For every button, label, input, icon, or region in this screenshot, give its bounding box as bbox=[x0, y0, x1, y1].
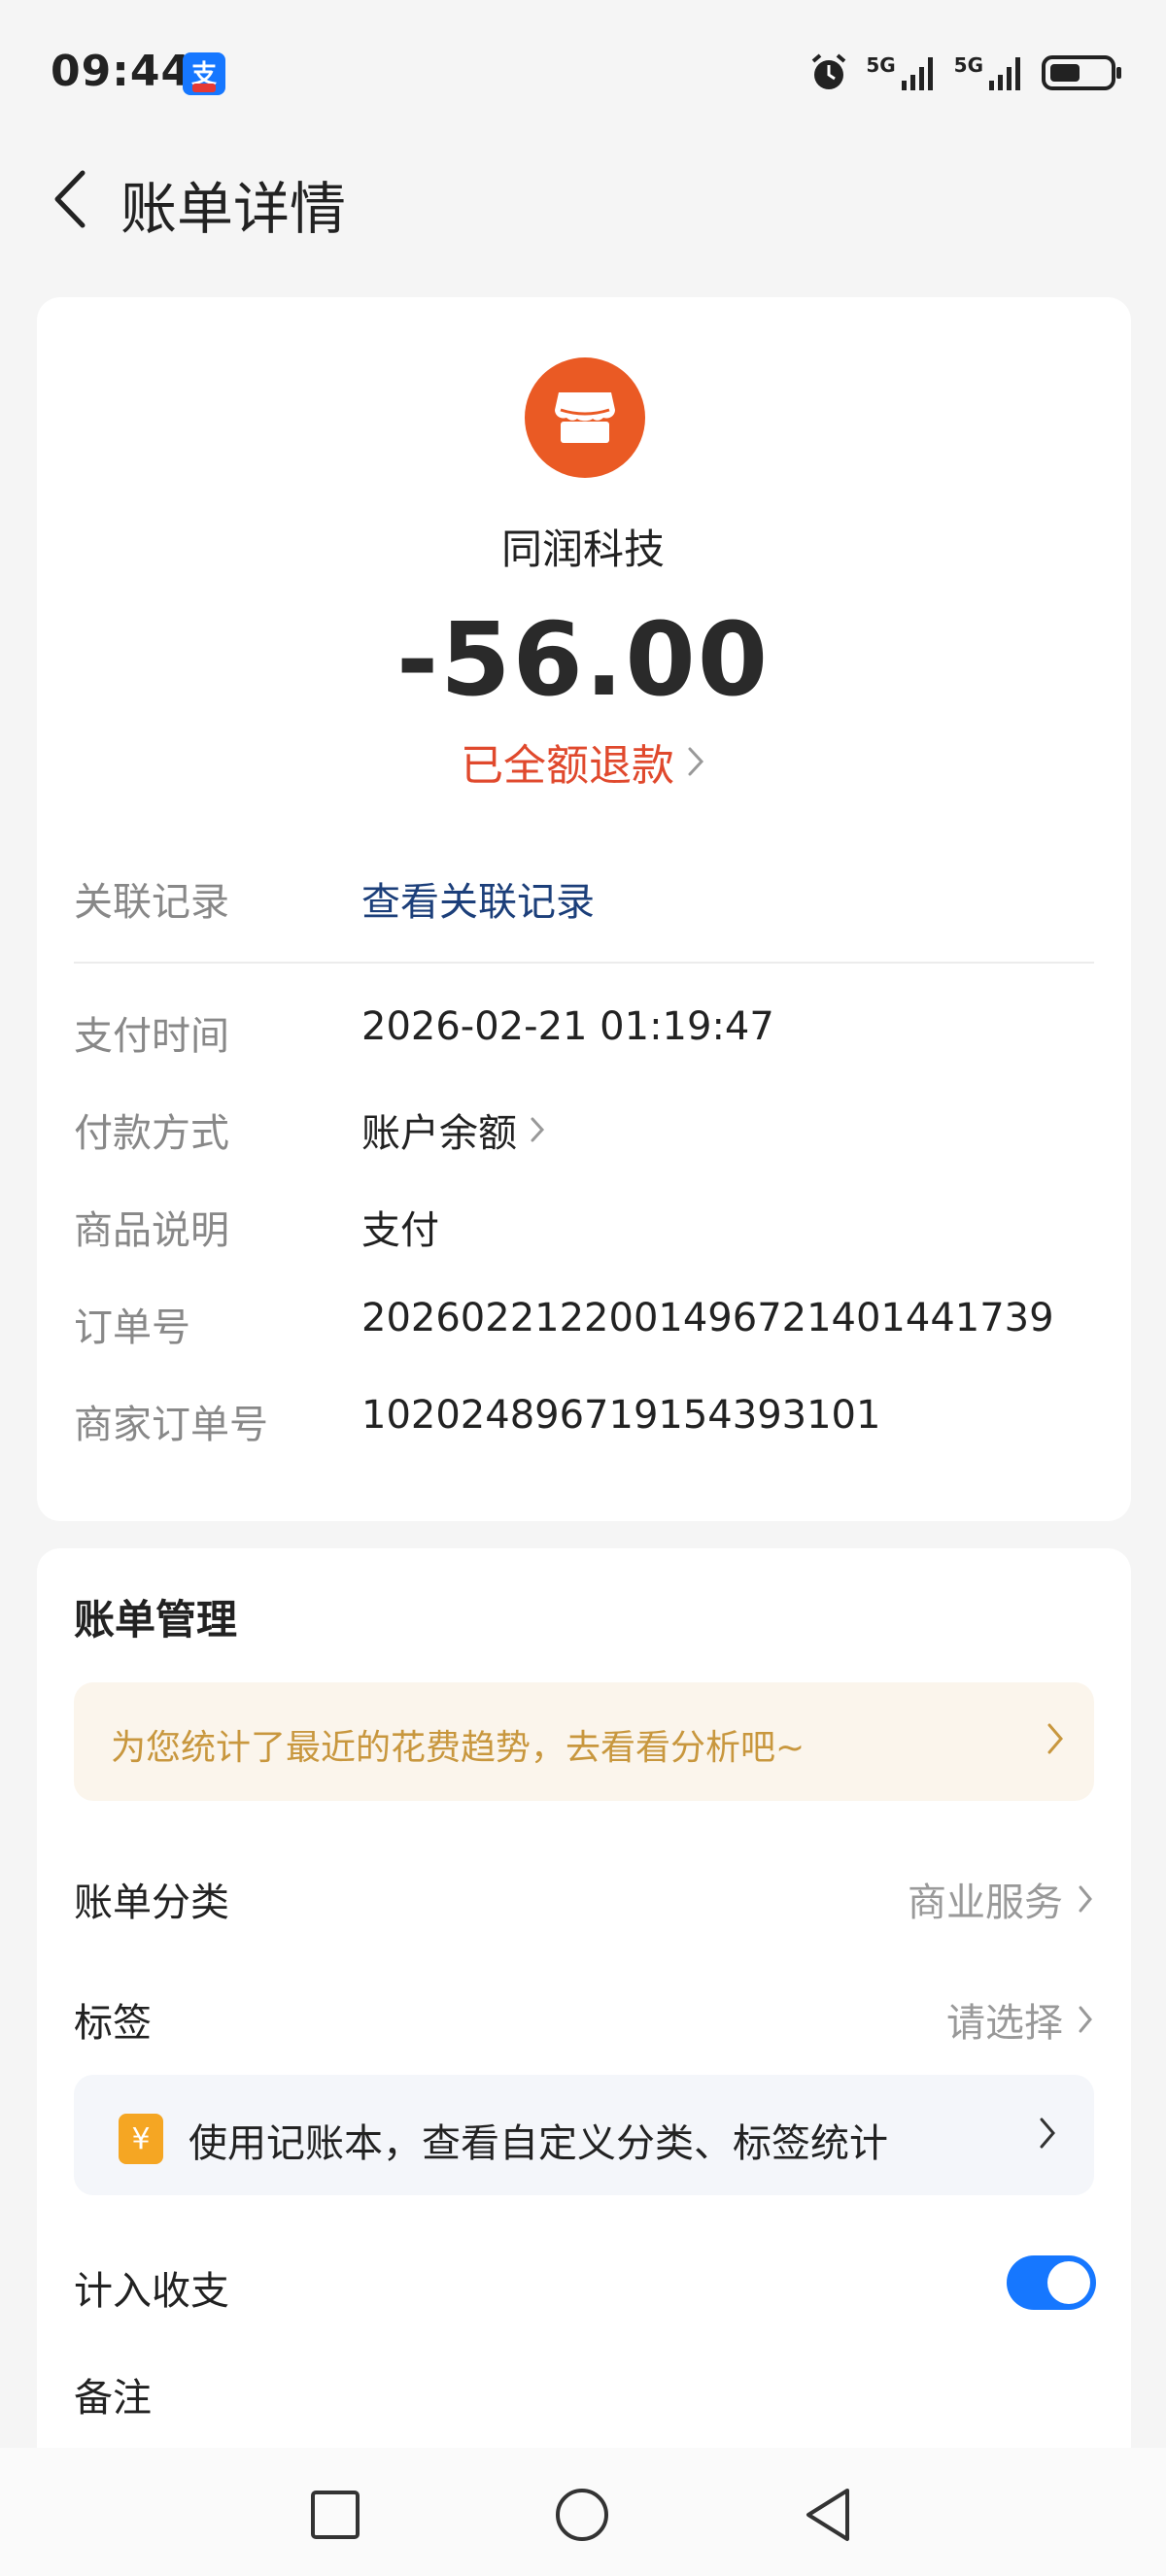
tag-select[interactable]: 请选择 bbox=[946, 1991, 1094, 2048]
store-icon bbox=[555, 392, 615, 443]
triangle-back-icon[interactable] bbox=[803, 2487, 853, 2543]
signal-2: 5G bbox=[954, 53, 1026, 92]
chevron-right-icon bbox=[1079, 1885, 1092, 1913]
chevron-right-icon bbox=[1079, 2006, 1092, 2033]
include-in-stats-label: 计入收支 bbox=[74, 2269, 229, 2314]
chevron-right-icon bbox=[531, 1117, 545, 1142]
alarm-icon bbox=[812, 53, 846, 89]
signal-1-label: 5G bbox=[866, 53, 896, 77]
alipay-badge-stripe bbox=[192, 84, 216, 92]
detail-value-pay-time: 2026-02-21 01:19:47 bbox=[361, 1004, 774, 1049]
square-icon[interactable] bbox=[309, 2489, 361, 2541]
detail-label-pay-time: 支付时间 bbox=[74, 1014, 229, 1059]
battery-icon bbox=[1042, 55, 1121, 90]
coupon-icon: ¥ bbox=[119, 2114, 163, 2164]
merchant-name: 同润科技 bbox=[500, 525, 665, 573]
detail-label-order-no: 订单号 bbox=[74, 1305, 190, 1350]
bill-management-title: 账单管理 bbox=[74, 1596, 238, 1644]
status-time: 09:44 bbox=[51, 47, 192, 96]
detail-value-pay-method: 账户余额 bbox=[361, 1111, 517, 1156]
bill-category-select[interactable]: 商业服务 bbox=[908, 1871, 1094, 1927]
refund-status-text: 已全额退款 bbox=[461, 741, 674, 791]
signal-bars-icon bbox=[901, 57, 933, 90]
detail-value-description: 支付 bbox=[361, 1208, 439, 1253]
divider bbox=[74, 962, 1094, 964]
related-records-label: 关联记录 bbox=[74, 880, 229, 925]
chevron-right-icon bbox=[688, 747, 704, 776]
detail-value-merchant-order-no: 102024896719154393101 bbox=[361, 1393, 881, 1438]
pay-method-link[interactable]: 账户余额 bbox=[361, 1102, 546, 1158]
remark-label: 备注 bbox=[74, 2376, 152, 2421]
spending-trend-text: 为您统计了最近的花费趋势，去看看分析吧~ bbox=[111, 1728, 806, 1768]
coupon-icon-glyph: ¥ bbox=[131, 2121, 151, 2156]
include-in-stats-toggle[interactable] bbox=[1007, 2255, 1096, 2310]
detail-label-pay-method: 付款方式 bbox=[74, 1111, 229, 1156]
refund-status-link[interactable]: 已全额退款 bbox=[0, 730, 1166, 793]
back-button[interactable] bbox=[35, 165, 103, 233]
bill-category-label: 账单分类 bbox=[74, 1881, 229, 1925]
status-icons: 5G 5G bbox=[807, 49, 1123, 97]
chevron-left-icon bbox=[54, 170, 86, 228]
detail-label-merchant-order-no: 商家订单号 bbox=[74, 1403, 268, 1447]
account-book-promo-text: 使用记账本，查看自定义分类、标签统计 bbox=[189, 2121, 888, 2166]
merchant-logo bbox=[525, 357, 645, 478]
detail-value-order-no: 2026022122001496721401441739 bbox=[361, 1296, 1054, 1340]
account-book-promo[interactable]: ¥ 使用记账本，查看自定义分类、标签统计 bbox=[74, 2075, 1094, 2195]
spending-trend-banner[interactable]: 为您统计了最近的花费趋势，去看看分析吧~ bbox=[74, 1682, 1094, 1801]
signal-bars-icon bbox=[989, 57, 1020, 90]
detail-label-description: 商品说明 bbox=[74, 1208, 229, 1253]
chevron-right-icon bbox=[1040, 2118, 1055, 2149]
bill-amount: -56.00 bbox=[395, 600, 771, 719]
tag-value: 请选择 bbox=[946, 2001, 1063, 2046]
signal-1: 5G bbox=[866, 53, 938, 92]
circle-icon[interactable] bbox=[554, 2487, 610, 2543]
toggle-knob bbox=[1047, 2261, 1090, 2304]
bill-category-value: 商业服务 bbox=[908, 1881, 1063, 1925]
view-related-records-link[interactable]: 查看关联记录 bbox=[361, 870, 595, 927]
tag-label: 标签 bbox=[74, 2001, 152, 2046]
alipay-badge-icon: 支 bbox=[183, 52, 225, 95]
signal-2-label: 5G bbox=[953, 53, 983, 77]
system-nav-bar bbox=[0, 2448, 1166, 2576]
page-title: 账单详情 bbox=[120, 176, 347, 242]
chevron-right-icon bbox=[1047, 1723, 1063, 1754]
